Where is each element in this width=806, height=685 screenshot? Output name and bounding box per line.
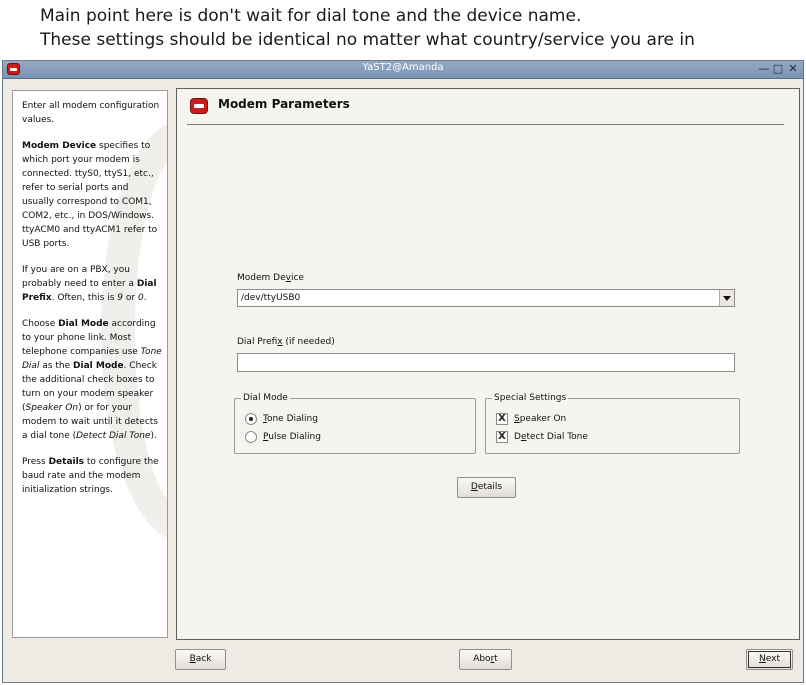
detect-dial-tone-checkbox[interactable]: X	[496, 431, 508, 443]
dial-prefix-input[interactable]	[237, 353, 735, 372]
caption-line-1: Main point here is don't wait for dial t…	[40, 6, 582, 26]
help-paragraph: Modem Device specifies to which port you…	[22, 141, 158, 249]
content-panel: Modem Parameters Modem Device /dev/ttyUS…	[176, 88, 800, 640]
pulse-dialing-label: Pulse Dialing	[263, 432, 321, 442]
modem-device-label: Modem Device	[237, 273, 304, 283]
dial-mode-title: Dial Mode	[241, 392, 290, 404]
special-settings-title: Special Settings	[492, 392, 569, 404]
help-paragraph: Choose Dial Mode according to your phone…	[22, 319, 162, 441]
detect-dial-tone-label: Detect Dial Tone	[514, 432, 588, 442]
tone-dialing-radio[interactable]	[245, 413, 257, 425]
page-title: Modem Parameters	[218, 97, 350, 111]
window-titlebar[interactable]: YaST2@Amanda — □ ✕	[3, 61, 803, 79]
abort-button[interactable]: Abort	[459, 649, 512, 670]
help-paragraph: If you are on a PBX, you probably need t…	[22, 265, 157, 303]
speaker-on-label: Speaker On	[514, 414, 567, 424]
modem-device-combobox[interactable]: /dev/ttyUSB0	[237, 289, 735, 307]
chevron-down-icon[interactable]	[719, 290, 734, 306]
next-button[interactable]: Next	[746, 649, 793, 670]
details-button[interactable]: Details	[457, 477, 516, 498]
dial-prefix-label: Dial Prefix (if needed)	[237, 337, 335, 347]
window-title: YaST2@Amanda	[362, 62, 444, 73]
caption-line-2: These settings should be identical no ma…	[40, 30, 695, 50]
special-settings-group: Special Settings X Speaker On X Detect D…	[485, 392, 740, 454]
tone-dialing-label: Tone Dialing	[263, 414, 318, 424]
speaker-on-checkbox[interactable]: X	[496, 413, 508, 425]
caption: Main point here is don't wait for dial t…	[40, 4, 695, 52]
title-divider	[187, 124, 784, 125]
help-text: Enter all modem configuration values. Mo…	[22, 99, 162, 509]
back-button[interactable]: Back	[175, 649, 226, 670]
close-button[interactable]: ✕	[786, 61, 800, 77]
phone-icon	[190, 98, 208, 114]
yast-window: YaST2@Amanda — □ ✕ Enter all modem confi…	[2, 60, 804, 683]
dial-mode-group: Dial Mode Tone Dialing Pulse Dialing	[234, 392, 476, 454]
minimize-button[interactable]: —	[757, 61, 771, 77]
maximize-button[interactable]: □	[771, 61, 785, 77]
help-paragraph: Press Details to configure the baud rate…	[22, 457, 159, 495]
pulse-dialing-radio[interactable]	[245, 431, 257, 443]
modem-device-value: /dev/ttyUSB0	[241, 293, 301, 303]
help-panel[interactable]: Enter all modem configuration values. Mo…	[12, 90, 168, 638]
help-paragraph: Enter all modem configuration values.	[22, 101, 160, 125]
